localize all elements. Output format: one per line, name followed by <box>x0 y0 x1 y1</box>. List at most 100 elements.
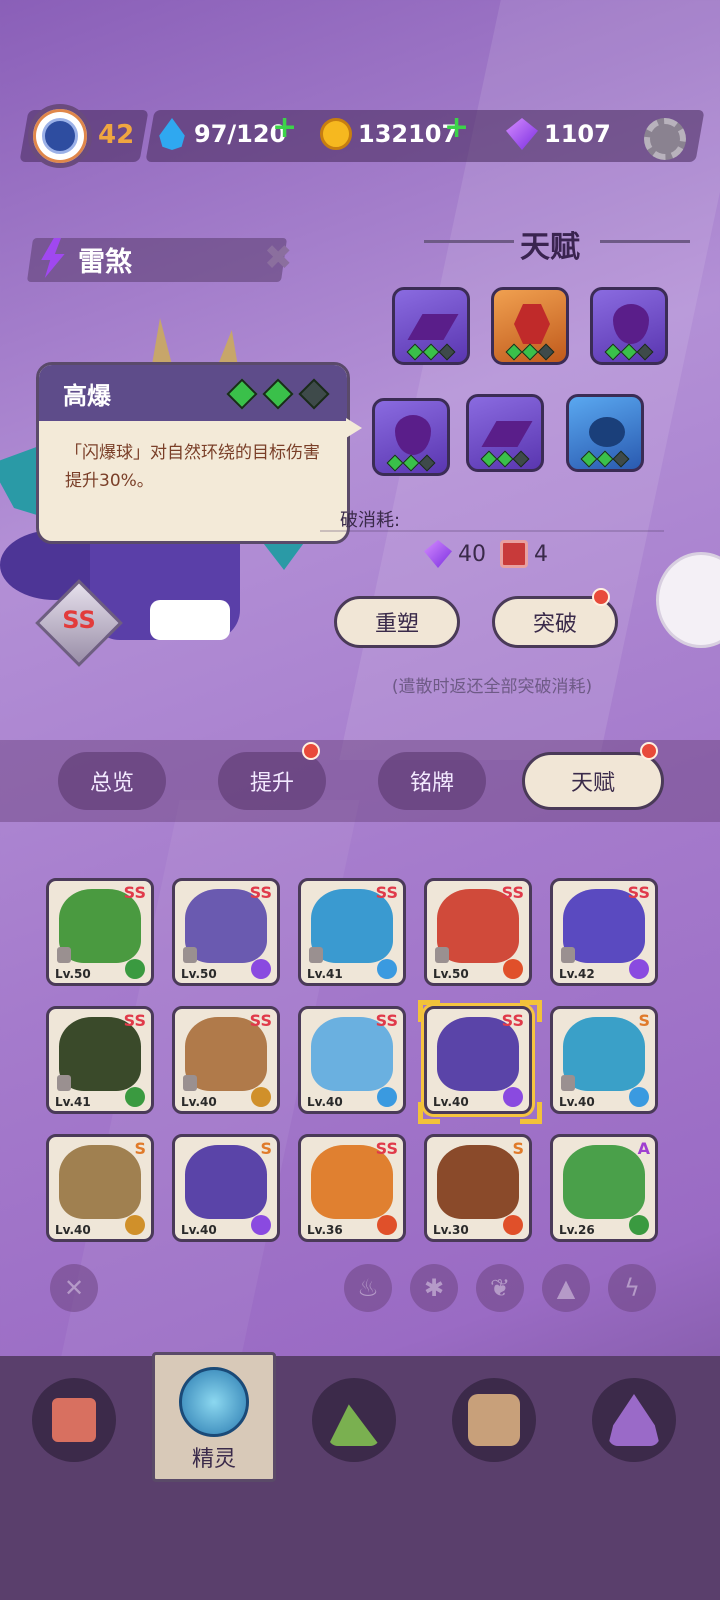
pet-card[interactable]: SS Lv.50 <box>424 878 532 986</box>
lock-icon <box>183 1075 197 1091</box>
element-icon <box>251 1087 271 1107</box>
pet-rank: SS <box>249 883 272 902</box>
element-icon <box>377 1087 397 1107</box>
item-cost-value: 4 <box>534 541 548 567</box>
nav-home[interactable] <box>32 1378 116 1462</box>
gear-icon[interactable] <box>644 118 686 160</box>
talent-pip <box>438 343 456 361</box>
tab-upgrade[interactable]: 提升 <box>218 752 326 810</box>
nav-explore[interactable] <box>312 1378 396 1462</box>
gem-cost-value: 40 <box>458 541 486 567</box>
pet-rank: SS <box>123 883 146 902</box>
pet-card[interactable]: SS Lv.50 <box>46 878 154 986</box>
tab-overview[interactable]: 总览 <box>58 752 166 810</box>
talent-pip <box>422 343 440 361</box>
element-icon <box>377 1215 397 1235</box>
talent-pip <box>596 450 614 468</box>
talent-tile[interactable] <box>466 394 544 472</box>
tab-nameplate[interactable]: 铭牌 <box>378 752 486 810</box>
element-icon <box>629 1215 649 1235</box>
pet-card[interactable]: S Lv.40 <box>46 1134 154 1242</box>
pet-name: 雷煞 <box>78 247 132 278</box>
add-coin-button[interactable]: + <box>444 110 469 145</box>
talent-tile[interactable] <box>590 287 668 365</box>
lock-icon <box>309 947 323 963</box>
reshape-button[interactable]: 重塑 <box>334 596 460 648</box>
leaf-filter-icon[interactable]: ❦ <box>476 1264 524 1312</box>
pet-card[interactable]: SS Lv.40 <box>424 1006 532 1114</box>
pet-card[interactable]: SS Lv.36 <box>298 1134 406 1242</box>
map-pin-icon <box>608 1394 660 1446</box>
gem-counter: 1107 <box>506 118 611 150</box>
pet-card[interactable]: S Lv.40 <box>172 1134 280 1242</box>
element-icon <box>377 959 397 979</box>
nav-bag[interactable] <box>452 1378 536 1462</box>
earth-filter-icon[interactable]: ▲ <box>542 1264 590 1312</box>
item-cost: 4 <box>500 540 548 568</box>
tooltip-title: 高爆 <box>63 381 111 410</box>
pet-rank: SS <box>249 1011 272 1030</box>
lock-icon <box>561 947 575 963</box>
talent-pips <box>580 450 630 468</box>
nav-map[interactable] <box>592 1378 676 1462</box>
talent-tile[interactable] <box>566 394 644 472</box>
talent-tile[interactable] <box>392 287 470 365</box>
pet-card[interactable]: SS Lv.42 <box>550 878 658 986</box>
bag-icon <box>468 1394 520 1446</box>
console-icon <box>48 1394 100 1446</box>
talent-pip <box>402 454 420 472</box>
talent-tile[interactable] <box>372 398 450 476</box>
cost-label: 破消耗: <box>340 510 401 531</box>
tooltip-description: 「闪爆球」对自然环绕的目标伤害提升30%。 <box>65 443 320 491</box>
talent-pip <box>612 450 630 468</box>
pet-level: Lv.50 <box>55 967 91 981</box>
talent-pip <box>604 343 622 361</box>
pet-rank: SS <box>123 1011 146 1030</box>
pet-card[interactable]: S Lv.30 <box>424 1134 532 1242</box>
pet-card[interactable]: SS Lv.40 <box>172 1006 280 1114</box>
pet-card[interactable]: SS Lv.41 <box>46 1006 154 1114</box>
qq-penguin-icon[interactable] <box>656 552 720 648</box>
tab-talent[interactable]: 天赋 <box>522 752 664 810</box>
talent-title: 天赋 <box>520 230 580 265</box>
mountain-icon <box>328 1404 380 1446</box>
lock-icon <box>561 1075 575 1091</box>
add-water-button[interactable]: + <box>272 110 297 145</box>
pet-card[interactable]: SS Lv.50 <box>172 878 280 986</box>
talent-pip <box>537 343 555 361</box>
notification-dot <box>640 742 658 760</box>
pet-card[interactable]: SS Lv.41 <box>298 878 406 986</box>
pet-level: Lv.36 <box>307 1223 343 1237</box>
player-avatar[interactable] <box>28 104 92 168</box>
lock-icon <box>57 947 71 963</box>
talent-tile[interactable] <box>491 287 569 365</box>
pet-level: Lv.40 <box>559 1095 595 1109</box>
notification-dot <box>592 588 610 606</box>
close-icon[interactable]: ✖ <box>264 238 293 278</box>
clear-filter-button[interactable]: ✕ <box>50 1264 98 1312</box>
pet-level: Lv.40 <box>181 1095 217 1109</box>
gem-cost: 40 <box>424 540 486 568</box>
pet-card[interactable]: SS Lv.40 <box>298 1006 406 1114</box>
pet-level: Lv.42 <box>559 967 595 981</box>
talent-pip <box>386 454 404 472</box>
talent-pips <box>604 343 654 361</box>
nav-sprites[interactable]: 精灵 <box>152 1352 276 1482</box>
crest-icon <box>42 118 78 154</box>
pet-level: Lv.26 <box>559 1223 595 1237</box>
ice-filter-icon[interactable]: ✱ <box>410 1264 458 1312</box>
rank-badge-text: SS <box>62 606 96 634</box>
lock-icon <box>183 947 197 963</box>
element-icon <box>629 1087 649 1107</box>
lightning-filter-icon[interactable]: ϟ <box>608 1264 656 1312</box>
water-drop-icon <box>159 118 185 150</box>
water-counter: 97/120 <box>156 118 286 150</box>
pet-card[interactable]: S Lv.40 <box>550 1006 658 1114</box>
pet-card[interactable]: A Lv.26 <box>550 1134 658 1242</box>
divider <box>320 530 664 532</box>
talent-pip <box>580 450 598 468</box>
fire-filter-icon[interactable]: ♨ <box>344 1264 392 1312</box>
pet-rank: S <box>512 1139 524 1158</box>
nav-sprites-label: 精灵 <box>191 1447 236 1472</box>
pet-portrait <box>563 1145 645 1219</box>
